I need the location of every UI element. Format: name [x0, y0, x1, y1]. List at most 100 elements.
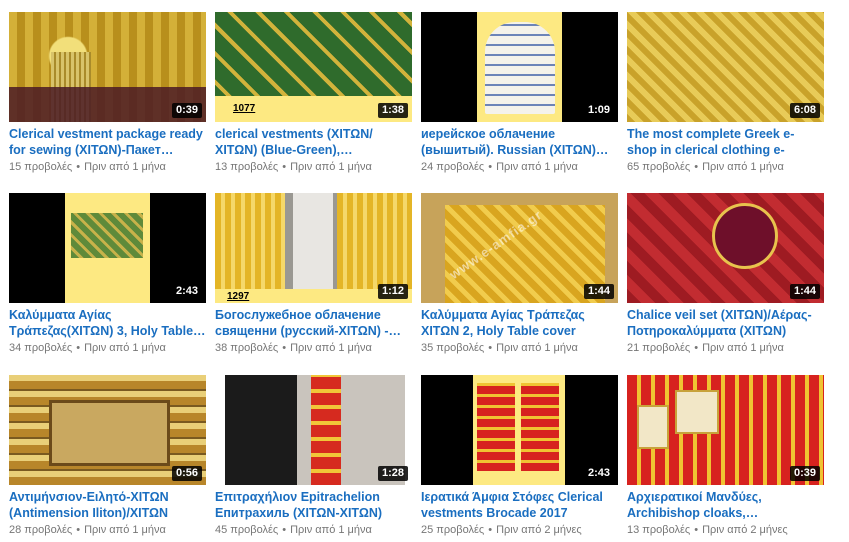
video-card[interactable]: 6:08 The most complete Greek e-shop in c… [627, 12, 824, 174]
upload-age: Πριν από 2 μήνες [702, 524, 788, 536]
upload-age: Πριν από 1 μήνα [84, 524, 166, 536]
icon-panel-right [675, 390, 719, 434]
meta-separator: • [76, 161, 81, 173]
video-title[interactable]: Αντιμήνσιον-Ειλητό-ΧΙΤΩΝ (Antimension Il… [9, 489, 206, 521]
view-count: 25 προβολές [421, 524, 485, 536]
video-thumbnail[interactable]: 1:09 [421, 12, 618, 122]
video-thumbnail[interactable]: 1:28 [215, 375, 412, 485]
video-meta: 28 προβολές • Πριν από 1 μήνα [9, 523, 206, 537]
duration-badge: 2:43 [171, 284, 202, 299]
view-count: 13 προβολές [215, 161, 279, 173]
video-meta: 38 προβολές • Πριν από 1 μήνα [215, 341, 412, 355]
view-count: 38 προβολές [215, 342, 279, 354]
view-count: 13 προβολές [627, 524, 691, 536]
video-card[interactable]: 2:43 Καλύμματα Αγίας Τράπεζας(ΧΙΤΩΝ) 3, … [9, 193, 206, 355]
duration-badge: 0:39 [171, 103, 202, 118]
video-title[interactable]: Επιτραχήλιον Epitrachelion Епитрахиль (Χ… [215, 489, 412, 521]
video-meta: 13 προβολές • Πριν από 1 μήνα [215, 160, 412, 174]
video-thumbnail[interactable]: 2:43 [9, 193, 206, 303]
video-thumbnail[interactable]: 0:56 [9, 375, 206, 485]
duration-badge: 1:44 [789, 284, 820, 299]
video-title[interactable]: clerical vestments (ΧΙΤΩΝ/ ΧΙΤΩΝ) (Blue-… [215, 126, 412, 158]
video-meta: 65 προβολές • Πριν από 1 μήνα [627, 160, 824, 174]
view-count: 34 προβολές [9, 342, 73, 354]
upload-age: Πριν από 1 μήνα [290, 342, 372, 354]
stole-image [311, 375, 341, 485]
video-title[interactable]: Clerical vestment package ready for sewi… [9, 126, 206, 158]
video-card[interactable]: 1:28 Επιτραχήλιον Epitrachelion Епитрахи… [215, 375, 412, 537]
view-count: 24 προβολές [421, 161, 485, 173]
video-card[interactable]: 0:56 Αντιμήνσιον-Ειλητό-ΧΙΤΩΝ (Antimensi… [9, 375, 206, 537]
ornament-image [712, 203, 778, 269]
cover-image [71, 213, 143, 258]
vestment-image-middle [293, 193, 333, 289]
meta-separator: • [694, 161, 699, 173]
meta-separator: • [694, 524, 699, 536]
video-thumbnail[interactable]: 2:43 [421, 375, 618, 485]
video-thumbnail[interactable]: 1:44 [627, 193, 824, 303]
vestment-image-left [477, 383, 515, 471]
upload-age: Πριν από 1 μήνα [702, 161, 784, 173]
video-title[interactable]: Chalice veil set (ΧΙΤΩΝ)/Αέρας-Ποτηροκαλ… [627, 307, 824, 339]
upload-age: Πριν από 1 μήνα [290, 524, 372, 536]
video-meta: 24 προβολές • Πριν από 1 μήνα [421, 160, 618, 174]
video-meta: 34 προβολές • Πριν από 1 μήνα [9, 341, 206, 355]
video-thumbnail[interactable]: 6:08 [627, 12, 824, 122]
duration-badge: 0:39 [789, 466, 820, 481]
meta-separator: • [488, 342, 493, 354]
video-title[interactable]: Καλύμματα Αγίας Τράπεζας ΧΙΤΩΝ 2, Holy T… [421, 307, 618, 339]
meta-separator: • [488, 524, 493, 536]
video-card[interactable]: 1297 1:12 Богослужебное облачение священ… [215, 193, 412, 355]
view-count: 28 προβολές [9, 524, 73, 536]
meta-separator: • [488, 161, 493, 173]
upload-age: Πριν από 2 μήνες [496, 524, 582, 536]
duration-badge: 1:09 [583, 103, 614, 118]
video-title[interactable]: Богослужебное облачение священни (русски… [215, 307, 412, 339]
video-title[interactable]: The most complete Greek e-shop in cleric… [627, 126, 824, 158]
video-card[interactable]: 1:44 Chalice veil set (ΧΙΤΩΝ)/Αέρας-Ποτη… [627, 193, 824, 355]
upload-age: Πριν από 1 μήνα [84, 161, 166, 173]
video-title[interactable]: Ιερατικά Άμφια Στόφες Clerical vestments… [421, 489, 618, 521]
video-title[interactable]: Αρχιερατικοί Μανδύες, Archibishop cloaks… [627, 489, 824, 521]
video-thumbnail[interactable]: 1297 1:12 [215, 193, 412, 303]
thumbnail-number: 1077 [233, 103, 256, 114]
video-meta: 15 προβολές • Πριν από 1 μήνα [9, 160, 206, 174]
video-title[interactable]: Καλύμματα Αγίας Τράπεζας(ΧΙΤΩΝ) 3, Holy … [9, 307, 206, 339]
video-meta: 25 προβολές • Πριν από 2 μήνες [421, 523, 618, 537]
upload-age: Πριν από 1 μήνα [290, 161, 372, 173]
duration-badge: 2:43 [583, 466, 614, 481]
video-thumbnail[interactable]: 0:39 [9, 12, 206, 122]
upload-age: Πριν από 1 μήνα [84, 342, 166, 354]
video-card[interactable]: 1:09 иерейское облачение (вышитый). Russ… [421, 12, 618, 174]
meta-separator: • [76, 342, 81, 354]
duration-badge: 0:56 [171, 466, 202, 481]
view-count: 45 προβολές [215, 524, 279, 536]
video-thumbnail[interactable]: 0:39 [627, 375, 824, 485]
video-thumbnail[interactable]: www.e-amfia.gr 1:44 [421, 193, 618, 303]
icon-panel [49, 400, 170, 466]
meta-separator: • [282, 524, 287, 536]
meta-separator: • [694, 342, 699, 354]
video-card[interactable]: 0:39 Αρχιερατικοί Μανδύες, Archibishop c… [627, 375, 824, 537]
duration-badge: 1:38 [377, 103, 408, 118]
duration-badge: 1:12 [377, 284, 408, 299]
icon-panel-left [637, 405, 669, 449]
thumbnail-number: 1297 [227, 291, 250, 302]
video-card[interactable]: 0:39 Clerical vestment package ready for… [9, 12, 206, 174]
upload-age: Πριν από 1 μήνα [702, 342, 784, 354]
video-card[interactable]: 2:43 Ιερατικά Άμφια Στόφες Clerical vest… [421, 375, 618, 537]
video-thumbnail[interactable]: 1077 1:38 [215, 12, 412, 122]
duration-badge: 1:44 [583, 284, 614, 299]
view-count: 21 προβολές [627, 342, 691, 354]
view-count: 65 προβολές [627, 161, 691, 173]
thumbnail-image [215, 12, 412, 96]
vestment-image-left [215, 193, 285, 289]
cassock-image [225, 375, 297, 485]
video-card[interactable]: www.e-amfia.gr 1:44 Καλύμματα Αγίας Τράπ… [421, 193, 618, 355]
duration-badge: 1:28 [377, 466, 408, 481]
view-count: 15 προβολές [9, 161, 73, 173]
upload-age: Πριν από 1 μήνα [496, 161, 578, 173]
meta-separator: • [282, 161, 287, 173]
video-card[interactable]: 1077 1:38 clerical vestments (ΧΙΤΩΝ/ ΧΙΤ… [215, 12, 412, 174]
video-title[interactable]: иерейское облачение (вышитый). Russian (… [421, 126, 618, 158]
